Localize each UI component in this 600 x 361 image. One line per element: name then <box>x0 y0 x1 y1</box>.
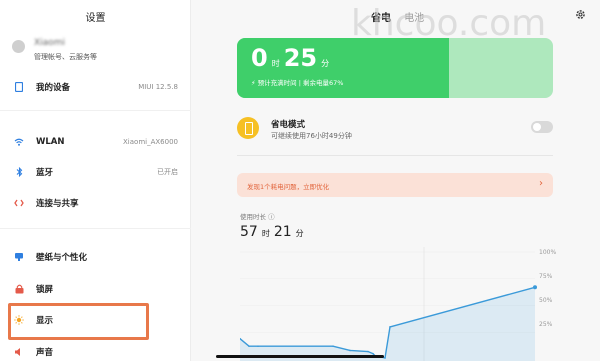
power-saver-toggle[interactable] <box>531 121 553 133</box>
alert-text: 发现1个耗电问题，立即优化 <box>247 183 330 191</box>
charge-hours: 0 <box>251 44 268 72</box>
sidebar-item-lock-screen[interactable]: 锁屏 <box>14 280 178 298</box>
usage-label: 使用时长 ⓘ <box>240 213 275 221</box>
usage-hours-unit: 时 <box>261 229 270 238</box>
sidebar-title: 设置 <box>85 13 106 24</box>
battery-level-point <box>248 345 250 347</box>
power-saver-title: 省电模式 <box>271 120 306 130</box>
avatar <box>12 40 25 53</box>
sidebar-item-connection-sharing[interactable]: 连接与共享 <box>14 194 178 212</box>
charge-hours-unit: 时 <box>271 59 280 68</box>
usage-minutes: 21 <box>273 224 292 240</box>
current-level-marker <box>533 285 537 290</box>
battery-usage-chart-svg <box>240 247 537 361</box>
sidebar-item-label: 我的设备 <box>36 83 71 93</box>
y-tick-label: 100% <box>539 249 557 256</box>
sidebar-item-bluetooth[interactable]: 蓝牙 已开启 <box>14 163 178 181</box>
sidebar-item-wallpaper[interactable]: 壁纸与个性化 <box>14 248 178 266</box>
battery-card[interactable]: 0 时 25 分 ⚡ 预计充满时间 | 剩余电量67% <box>237 38 553 98</box>
usage-duration: 57 时 21 分 <box>240 224 308 240</box>
sidebar-item-label: 连接与共享 <box>36 199 79 209</box>
battery-level-point <box>389 326 391 328</box>
account-name: Xiaomi <box>34 38 65 48</box>
gear-icon[interactable] <box>575 9 586 20</box>
bluetooth-icon <box>14 167 24 177</box>
lock-icon <box>14 284 24 294</box>
sidebar-item-value: 已开启 <box>157 168 178 176</box>
sidebar-item-sound[interactable]: 声音 <box>14 343 178 361</box>
sidebar-item-label: 壁纸与个性化 <box>36 253 88 263</box>
sidebar-divider <box>0 228 191 229</box>
section-divider <box>237 155 553 156</box>
battery-area <box>240 287 535 361</box>
share-icon <box>14 198 24 208</box>
usage-minutes-unit: 分 <box>295 229 304 238</box>
charge-status-text: ⚡ 预计充满时间 | 剩余电量67% <box>251 79 344 87</box>
home-indicator[interactable] <box>216 355 384 358</box>
battery-icon <box>237 117 259 139</box>
sidebar-item-wlan[interactable]: WLAN Xiaomi_AX6000 <box>14 133 178 151</box>
usage-hours: 57 <box>240 224 258 240</box>
chevron-right-icon: › <box>539 178 543 189</box>
battery-panel: 省电 电池 0 时 25 分 ⚡ 预计充满时间 | 剩余电量67% 省电模式 可… <box>191 0 600 361</box>
sound-icon <box>14 347 24 357</box>
account-entry[interactable]: Xiaomi 管理帐号、云服务等 <box>12 38 97 62</box>
battery-level-point <box>367 350 369 353</box>
sidebar-item-my-device[interactable]: 我的设备 MIUI 12.5.8 <box>14 78 178 96</box>
power-issue-alert[interactable]: 发现1个耗电问题，立即优化 › <box>237 173 553 197</box>
y-tick-label: 25% <box>539 321 553 328</box>
tablet-icon <box>14 82 24 92</box>
sidebar-item-label: WLAN <box>36 137 65 147</box>
sidebar-item-label: 蓝牙 <box>36 168 54 178</box>
power-saver-row[interactable]: 省电模式 可继续使用76小时49分钟 <box>237 114 553 142</box>
charge-minutes: 25 <box>283 44 318 72</box>
sidebar: 设置 Xiaomi 管理帐号、云服务等 我的设备 MIUI 12.5.8 WLA… <box>0 0 191 361</box>
sidebar-item-label: 锁屏 <box>36 285 54 295</box>
account-subtitle: 管理帐号、云服务等 <box>34 53 97 61</box>
power-saver-subtitle: 可继续使用76小时49分钟 <box>271 132 352 140</box>
watermark-text: khcoo.com <box>351 3 547 44</box>
wifi-icon <box>14 137 24 147</box>
battery-level-point <box>349 349 351 352</box>
battery-level-point <box>257 345 259 347</box>
sidebar-item-label: 声音 <box>36 348 54 358</box>
sidebar-divider <box>0 110 191 111</box>
display-highlight-box <box>8 303 149 340</box>
battery-usage-chart <box>240 247 560 361</box>
charge-minutes-unit: 分 <box>321 59 330 68</box>
y-tick-label: 75% <box>539 273 553 280</box>
y-tick-label: 50% <box>539 297 553 304</box>
sidebar-item-value: MIUI 12.5.8 <box>138 83 178 91</box>
sidebar-item-value: Xiaomi_AX6000 <box>123 138 178 146</box>
battery-level-point <box>384 357 386 359</box>
wallpaper-icon <box>14 252 24 262</box>
battery-level-point <box>332 345 334 347</box>
charge-time-remaining: 0 时 25 分 <box>251 44 333 72</box>
